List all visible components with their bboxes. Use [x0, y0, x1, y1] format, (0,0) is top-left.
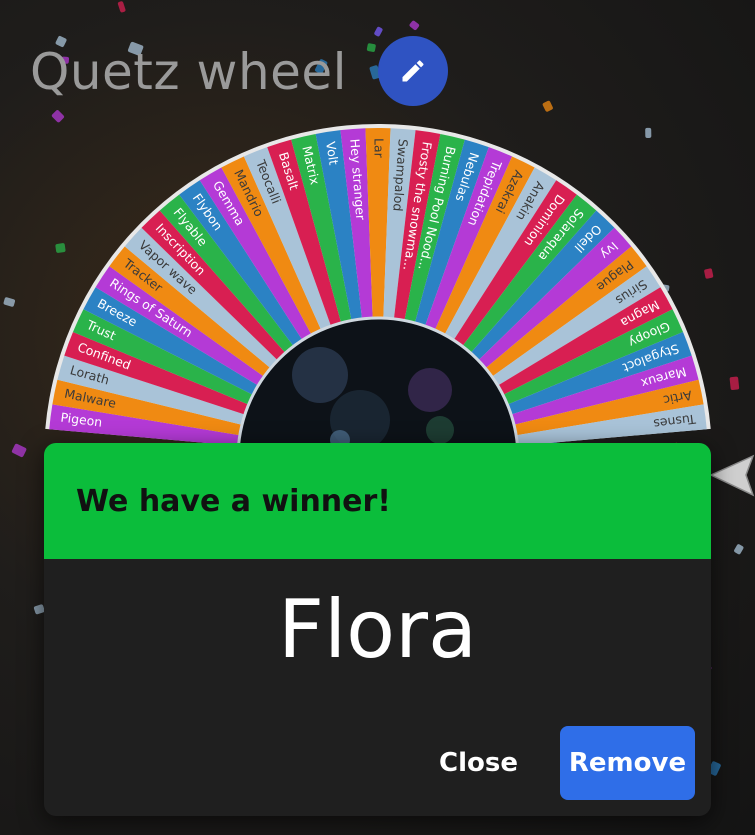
edit-title-button[interactable]: [378, 36, 448, 106]
wheel-pointer-icon: [709, 454, 755, 497]
wheel-segment-label: Lar: [372, 138, 387, 159]
dialog-title: We have a winner!: [76, 483, 391, 519]
winner-name: Flora: [277, 583, 478, 676]
dialog-header: We have a winner!: [44, 443, 711, 559]
dialog-actions: Close Remove: [415, 726, 695, 800]
winner-dialog: We have a winner! Flora Close Remove: [44, 443, 711, 816]
wheel-title: Quetz wheel: [30, 43, 348, 101]
wheel-center-image-detail: [426, 416, 454, 444]
remove-button[interactable]: Remove: [560, 726, 695, 800]
wheel-center-image-detail: [408, 368, 452, 412]
app-header: Quetz wheel: [30, 32, 347, 112]
close-button[interactable]: Close: [415, 734, 542, 792]
pencil-icon: [402, 60, 424, 82]
wheel-center-image-detail: [292, 347, 348, 403]
